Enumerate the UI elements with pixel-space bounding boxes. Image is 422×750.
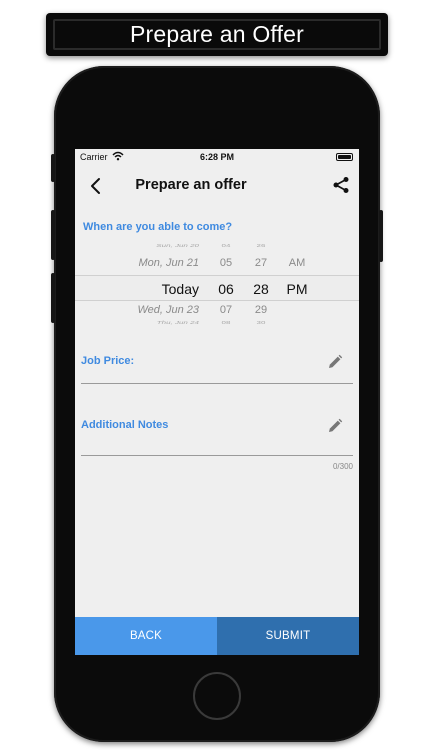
picker-hour: 08	[221, 320, 231, 326]
picker-minute: 28	[253, 281, 269, 297]
picker-minute: 26	[256, 243, 266, 249]
nav-bar: Prepare an offer	[75, 169, 359, 201]
phone-side-button	[51, 154, 55, 182]
availability-label: When are you able to come?	[83, 221, 233, 233]
picker-date: Mon, Jun 21	[138, 257, 199, 269]
footer-actions: BACK SUBMIT	[75, 617, 359, 655]
picker-minute: 27	[254, 257, 268, 269]
back-button[interactable]: BACK	[75, 617, 217, 655]
banner-title: Prepare an Offer	[53, 19, 381, 50]
picker-hour: 04	[221, 243, 231, 249]
date-time-picker[interactable]: Sun, Jun 20 04 26 Mon, Jun 21 05 27 AM Today 06 2…	[75, 243, 359, 329]
pencil-icon[interactable]	[327, 418, 343, 434]
pencil-icon[interactable]	[327, 354, 343, 370]
phone-side-button	[379, 210, 383, 262]
phone-side-button	[51, 273, 55, 323]
picker-date: Today	[161, 281, 199, 297]
job-price-input[interactable]	[81, 383, 353, 384]
picker-hour: 05	[219, 257, 233, 269]
additional-notes-label: Additional Notes	[81, 419, 169, 431]
page-title: Prepare an offer	[135, 177, 247, 193]
picker-date: Thu, Jun 24	[156, 320, 199, 326]
picker-date: Wed, Jun 23	[137, 304, 199, 316]
picker-ampm: PM	[286, 281, 308, 297]
app-store-banner: Prepare an Offer	[46, 13, 388, 56]
home-button[interactable]	[193, 672, 241, 720]
picker-minute: 30	[256, 320, 266, 326]
app-screen: Carrier 6:28 PM Prepare an offer When ar…	[75, 149, 359, 655]
picker-hour: 06	[218, 281, 234, 297]
battery-icon	[336, 153, 353, 161]
job-price-label: Job Price:	[81, 355, 135, 367]
phone-side-button	[51, 210, 55, 260]
picker-ampm: AM	[288, 257, 306, 269]
status-time: 6:28 PM	[199, 152, 234, 162]
status-bar: Carrier 6:28 PM	[75, 149, 359, 165]
picker-hour: 07	[219, 304, 233, 316]
picker-date: Sun, Jun 20	[156, 243, 199, 249]
notes-char-counter: 0/300	[332, 462, 353, 471]
submit-button[interactable]: SUBMIT	[217, 617, 359, 655]
share-icon[interactable]	[332, 176, 350, 194]
additional-notes-input[interactable]	[81, 455, 353, 456]
picker-minute: 29	[254, 304, 268, 316]
